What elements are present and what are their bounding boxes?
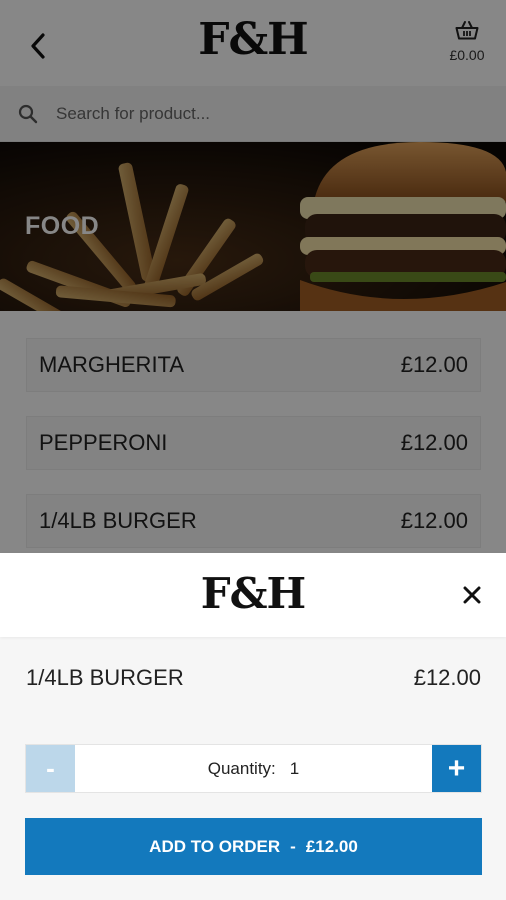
sheet-header: F&H	[0, 553, 506, 637]
add-to-order-price: £12.00	[305, 836, 358, 856]
close-icon	[463, 586, 481, 604]
add-to-order-separator: -	[290, 836, 296, 856]
selected-item-price: £12.00	[413, 665, 481, 690]
increase-quantity-button[interactable]: +	[432, 745, 481, 792]
quantity-label: Quantity:	[207, 758, 276, 778]
decrease-quantity-button[interactable]: -	[26, 745, 75, 792]
add-to-order-button[interactable]: ADD TO ORDER - £12.00	[25, 818, 482, 875]
quantity-value: 1	[289, 758, 300, 778]
selected-item-name: 1/4LB BURGER	[26, 665, 184, 690]
close-button[interactable]	[460, 583, 484, 607]
quantity-stepper: - Quantity: 1 +	[25, 744, 482, 793]
modal-backdrop[interactable]	[0, 0, 506, 553]
sheet-logo: F&H	[200, 569, 306, 618]
add-item-sheet: F&H 1/4LB BURGER £12.00 - Quantity: 1 + …	[0, 553, 506, 900]
quantity-display: Quantity: 1	[75, 745, 432, 792]
add-to-order-label: ADD TO ORDER	[149, 836, 281, 856]
